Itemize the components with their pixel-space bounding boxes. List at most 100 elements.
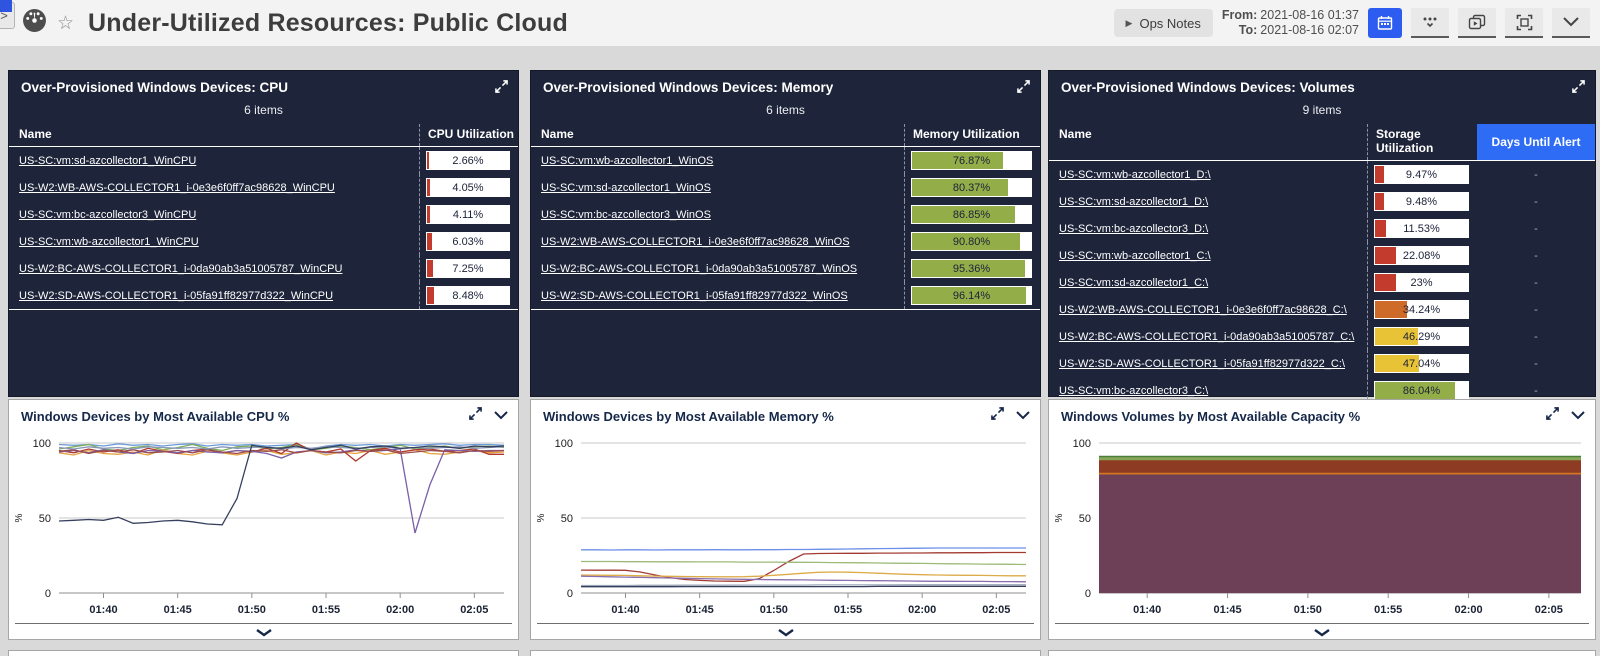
chevron-down-icon[interactable] [1571,407,1585,425]
utilization-bar: 4.11% [426,205,510,224]
days-until-alert-value: - [1534,276,1538,289]
svg-text:01:50: 01:50 [760,604,788,616]
svg-text:01:45: 01:45 [164,604,192,616]
header-collapse-button[interactable] [1552,8,1590,38]
device-link[interactable]: US-W2:SD-AWS-COLLECTOR1_i-05fa91ff82977d… [19,290,333,302]
expand-icon[interactable] [469,407,482,425]
device-link[interactable]: US-W2:BC-AWS-COLLECTOR1_i-0da90ab3a51005… [19,263,342,275]
table-row: US-W2:BC-AWS-COLLECTOR1_i-0da90ab3a51005… [1049,323,1595,350]
device-link[interactable]: US-SC:vm:sd-azcollector1_WinCPU [19,155,196,167]
next-row-panel-stub [8,650,519,656]
slideshow-button[interactable] [1458,8,1496,38]
chevron-down-icon[interactable] [1016,407,1030,425]
next-row-panel-stub [1048,650,1596,656]
utilization-bar: 86.04% [1374,381,1469,400]
expand-icon[interactable] [991,407,1004,425]
table-row: US-W2:BC-AWS-COLLECTOR1_i-0da90ab3a51005… [531,255,1040,282]
svg-text:01:40: 01:40 [89,604,117,616]
chevron-down-icon [1563,17,1579,27]
chevron-down-icon[interactable] [494,407,508,425]
device-link[interactable]: US-W2:BC-AWS-COLLECTOR1_i-0da90ab3a51005… [541,263,857,275]
table-row: US-SC:vm:bc-azcollector3_D:\ 11.53% - [1049,215,1595,242]
utilization-bar: 8.48% [426,286,510,305]
utilization-bar: 9.47% [1374,165,1469,184]
svg-text:50: 50 [1079,513,1091,525]
device-link[interactable]: US-SC:vm:sd-azcollector1_WinOS [541,182,711,194]
device-link[interactable]: US-SC:vm:bc-azcollector3_WinCPU [19,209,196,221]
panel-overprovisioned-cpu: Over-Provisioned Windows Devices: CPU 6 … [8,70,519,397]
device-link[interactable]: US-W2:WB-AWS-COLLECTOR1_i-0e3e6f0ff7ac98… [19,182,335,194]
device-link[interactable]: US-W2:SD-AWS-COLLECTOR1_i-05fa91ff82977d… [541,290,848,302]
more-options-button[interactable] [1411,8,1449,38]
device-link[interactable]: US-SC:vm:sd-azcollector1_D:\ [1059,196,1208,208]
days-until-alert-value: - [1534,330,1538,343]
expand-icon[interactable] [1017,80,1030,98]
panel-title: Over-Provisioned Windows Devices: CPU [21,80,288,95]
table-body: US-SC:vm:wb-azcollector1_WinOS 76.87% US-S… [531,147,1040,310]
line-chart-available-memory: 0 50 100% 01:40 01:45 01:50 01:55 02:00 02:05 [536,438,1027,616]
device-link[interactable]: US-W2:WB-AWS-COLLECTOR1_i-0e3e6f0ff7ac98… [541,236,850,248]
table-row: US-W2:WB-AWS-COLLECTOR1_i-0e3e6f0ff7ac98… [9,174,518,201]
calendar-button[interactable] [1368,8,1402,38]
device-link[interactable]: US-W2:WB-AWS-COLLECTOR1_i-0e3e6f0ff7ac98… [1059,304,1347,316]
panel-title: Over-Provisioned Windows Devices: Volume… [1061,80,1355,95]
table-row: US-SC:vm:sd-azcollector1_C:\ 23% - [1049,269,1595,296]
chart-panel-available-capacity: Windows Volumes by Most Available Capaci… [1048,399,1596,640]
calendar-icon [1377,16,1393,30]
days-until-alert-value: - [1534,357,1538,370]
column-header-name[interactable]: Name [1049,124,1367,160]
table-row: US-SC:vm:bc-azcollector3_WinOS 86.85% [531,201,1040,228]
device-link[interactable]: US-SC:vm:wb-azcollector1_D:\ [1059,169,1211,181]
utilization-value: 6.03% [452,235,484,248]
expand-axis-chevron-icon[interactable] [255,624,273,639]
svg-text:50: 50 [561,513,573,525]
utilization-value: 76.87% [952,154,991,167]
device-link[interactable]: US-SC:vm:wb-azcollector1_C:\ [1059,250,1211,262]
column-header-cpu-utilization[interactable]: CPU Utilization [419,124,518,146]
utilization-bar: 86.85% [911,205,1032,224]
top-bar: > ☆ Under-Utilized Resources: Public Clo… [0,0,1600,46]
utilization-value: 4.11% [452,208,484,221]
ops-notes-button[interactable]: ▶ Ops Notes [1113,9,1213,37]
device-link[interactable]: US-SC:vm:bc-azcollector3_C:\ [1059,385,1208,397]
svg-text:01:55: 01:55 [834,604,862,616]
device-link[interactable]: US-W2:SD-AWS-COLLECTOR1_i-05fa91ff82977d… [1059,358,1345,370]
column-header-storage-utilization[interactable]: Storage Utilization [1367,124,1477,160]
expand-axis-chevron-icon[interactable] [1313,624,1331,639]
utilization-value: 22.08% [1402,249,1441,262]
expand-icon[interactable] [1572,80,1585,98]
table-row: US-SC:vm:sd-azcollector1_WinOS 80.37% [531,174,1040,201]
column-header-name[interactable]: Name [9,124,419,146]
table-body: US-SC:vm:wb-azcollector1_D:\ 9.47% - US-SC:… [1049,161,1595,405]
favorite-star-icon[interactable]: ☆ [57,14,74,33]
utilization-value: 47.04% [1402,357,1441,370]
device-link[interactable]: US-SC:vm:bc-azcollector3_WinOS [541,209,711,221]
slideshow-icon [1468,14,1486,29]
expand-icon[interactable] [1546,407,1559,425]
fullscreen-button[interactable] [1505,8,1543,38]
chart-footer [1055,623,1589,639]
utilization-bar: 22.08% [1374,246,1469,265]
device-link[interactable]: US-SC:vm:wb-azcollector1_WinCPU [19,236,199,248]
utilization-bar: 7.25% [426,259,510,278]
device-link[interactable]: US-SC:vm:sd-azcollector1_C:\ [1059,277,1208,289]
chart-panel-available-memory: Windows Devices by Most Available Memory… [530,399,1041,640]
column-header-name[interactable]: Name [531,124,904,146]
expand-icon[interactable] [495,80,508,98]
svg-text:02:00: 02:00 [908,604,936,616]
expand-axis-chevron-icon[interactable] [777,624,795,639]
utilization-value: 8.48% [452,289,484,302]
chart-title: Windows Devices by Most Available CPU % [21,408,290,424]
device-link[interactable]: US-SC:vm:wb-azcollector1_WinOS [541,155,713,167]
device-link[interactable]: US-W2:BC-AWS-COLLECTOR1_i-0da90ab3a51005… [1059,331,1354,343]
svg-text:%: % [536,513,547,522]
column-header-memory-utilization[interactable]: Memory Utilization [904,124,1040,146]
column-header-days-until-alert[interactable]: Days Until Alert [1477,124,1595,160]
svg-text:01:40: 01:40 [611,604,639,616]
device-link[interactable]: US-SC:vm:bc-azcollector3_D:\ [1059,223,1208,235]
utilization-bar: 9.48% [1374,192,1469,211]
svg-text:0: 0 [45,588,51,600]
utilization-value: 2.66% [452,154,484,167]
svg-text:01:50: 01:50 [1294,604,1322,616]
table-row: US-W2:WB-AWS-COLLECTOR1_i-0e3e6f0ff7ac98… [531,228,1040,255]
